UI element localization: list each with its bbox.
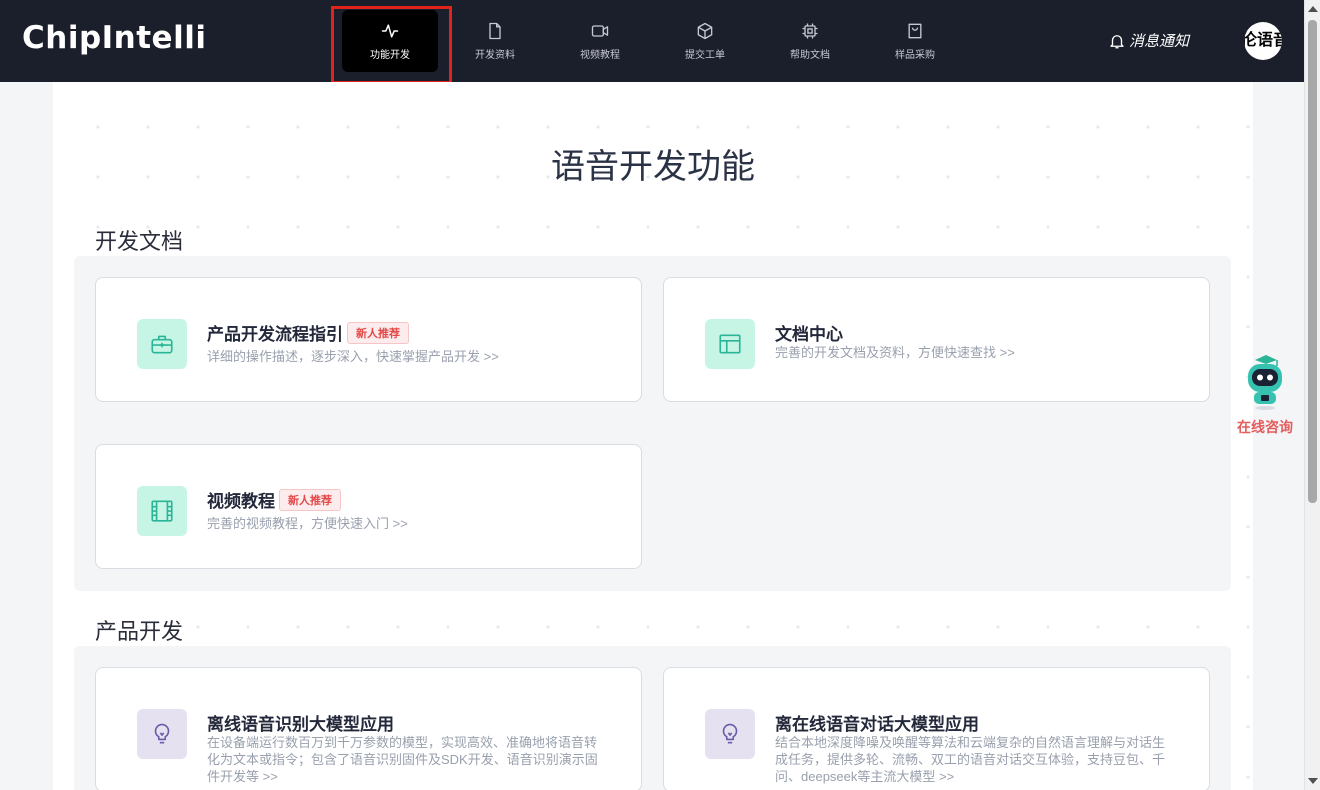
nav-submit-ticket[interactable]: 提交工单 xyxy=(657,10,753,72)
nav-sample-purchase[interactable]: 样品采购 xyxy=(867,10,963,72)
nav-help-docs[interactable]: 帮助文档 xyxy=(762,10,858,72)
toolbox-icon xyxy=(151,335,173,354)
section-product-dev: 离线语音识别大模型应用 在设备端运行数百万到千万参数的模型，实现高效、准确地将语… xyxy=(74,646,1231,790)
robot-icon xyxy=(1248,355,1282,410)
nav-function-dev[interactable]: 功能开发 xyxy=(342,10,438,72)
card-icon-box xyxy=(137,709,187,759)
consult-label: 在线咨询 xyxy=(1237,419,1293,435)
section-title-dev-docs: 开发文档 xyxy=(95,230,184,255)
card-title-row: 文档中心 xyxy=(775,320,843,345)
activity-icon xyxy=(381,24,399,38)
card-title-row: 视频教程 新人推荐 xyxy=(207,487,341,512)
cube-icon xyxy=(697,22,713,40)
video-icon xyxy=(591,25,609,37)
card-title: 离在线语音对话大模型应用 xyxy=(775,715,979,734)
scroll-down-arrow-icon[interactable] xyxy=(1308,778,1318,784)
nav-video-tutorials[interactable]: 视频教程 xyxy=(552,10,648,72)
notification-button[interactable]: 消息通知 xyxy=(1108,30,1189,51)
card-title: 离线语音识别大模型应用 xyxy=(207,715,394,734)
page-scrollbar[interactable] xyxy=(1304,0,1320,790)
bell-icon xyxy=(1110,34,1124,48)
card-description: 在设备端运行数百万到千万参数的模型，实现高效、准确地将语音转化为文本或指令；包含… xyxy=(207,735,598,784)
nav-label: 样品采购 xyxy=(895,50,935,61)
scroll-thumb[interactable] xyxy=(1308,20,1317,503)
user-avatar[interactable]: 伦语音 xyxy=(1244,22,1282,60)
film-icon xyxy=(151,500,173,522)
card-title-row: 离线语音识别大模型应用 xyxy=(207,710,394,735)
new-user-badge: 新人推荐 xyxy=(347,321,409,344)
top-header: ChipIntelli 功能开发 开发资料 视频教程 提交工单 帮助文档 样品采… xyxy=(0,0,1304,84)
layout-icon xyxy=(719,334,741,354)
card-icon-box xyxy=(705,319,755,369)
nav-label: 帮助文档 xyxy=(790,50,830,61)
lightbulb-icon xyxy=(154,723,170,744)
lightbulb-icon xyxy=(722,723,738,744)
chip-icon xyxy=(802,23,818,39)
nav-dev-materials[interactable]: 开发资料 xyxy=(447,10,543,72)
card-description: 详细的操作描述，逐步深入，快速掌握产品开发 >> xyxy=(207,349,499,364)
card-description: 完善的视频教程，方便快速入门 >> xyxy=(207,516,408,531)
page-title: 语音开发功能 xyxy=(551,147,755,187)
document-icon xyxy=(489,22,501,40)
card-title: 文档中心 xyxy=(775,325,843,344)
shopping-bag-icon xyxy=(908,23,922,39)
card-description: 结合本地深度降噪及唤醒等算法和云端复杂的自然语言理解与对话生成任务，提供多轮、流… xyxy=(775,735,1166,784)
online-consult-button[interactable]: 在线咨询 xyxy=(1234,352,1296,437)
notification-label: 消息通知 xyxy=(1129,33,1190,50)
card-title: 视频教程 xyxy=(207,492,275,511)
nav-label: 提交工单 xyxy=(685,50,725,61)
card-icon-box xyxy=(705,709,755,759)
nav-label: 开发资料 xyxy=(475,50,515,61)
card-doc-center[interactable]: 文档中心 完善的开发文档及资料，方便快速查找 >> xyxy=(663,277,1210,402)
card-icon-box xyxy=(137,319,187,369)
card-online-dialog-llm[interactable]: 离在线语音对话大模型应用 结合本地深度降噪及唤醒等算法和云端复杂的自然语言理解与… xyxy=(663,667,1210,790)
card-offline-asr-llm[interactable]: 离线语音识别大模型应用 在设备端运行数百万到千万参数的模型，实现高效、准确地将语… xyxy=(95,667,642,790)
card-description: 完善的开发文档及资料，方便快速查找 >> xyxy=(775,345,1015,360)
card-title: 产品开发流程指引 xyxy=(207,325,343,344)
card-icon-box xyxy=(137,486,187,536)
scroll-up-arrow-icon[interactable] xyxy=(1308,6,1318,12)
card-title-row: 产品开发流程指引 新人推荐 xyxy=(207,320,409,345)
section-title-product-dev: 产品开发 xyxy=(95,620,184,645)
card-video-tutorial[interactable]: 视频教程 新人推荐 完善的视频教程，方便快速入门 >> xyxy=(95,444,642,569)
main-content: 语音开发功能 开发文档 产品开发流程指引 新人推荐 详细的操作描述，逐步深入，快… xyxy=(53,82,1253,790)
nav-label: 视频教程 xyxy=(580,50,620,61)
card-product-dev-guide[interactable]: 产品开发流程指引 新人推荐 详细的操作描述，逐步深入，快速掌握产品开发 >> xyxy=(95,277,642,402)
new-user-badge: 新人推荐 xyxy=(279,488,341,511)
logo[interactable]: ChipIntelli xyxy=(22,20,206,56)
card-title-row: 离在线语音对话大模型应用 xyxy=(775,710,979,735)
nav-label: 功能开发 xyxy=(370,50,410,61)
section-dev-docs: 产品开发流程指引 新人推荐 详细的操作描述，逐步深入，快速掌握产品开发 >> 文… xyxy=(74,256,1231,591)
